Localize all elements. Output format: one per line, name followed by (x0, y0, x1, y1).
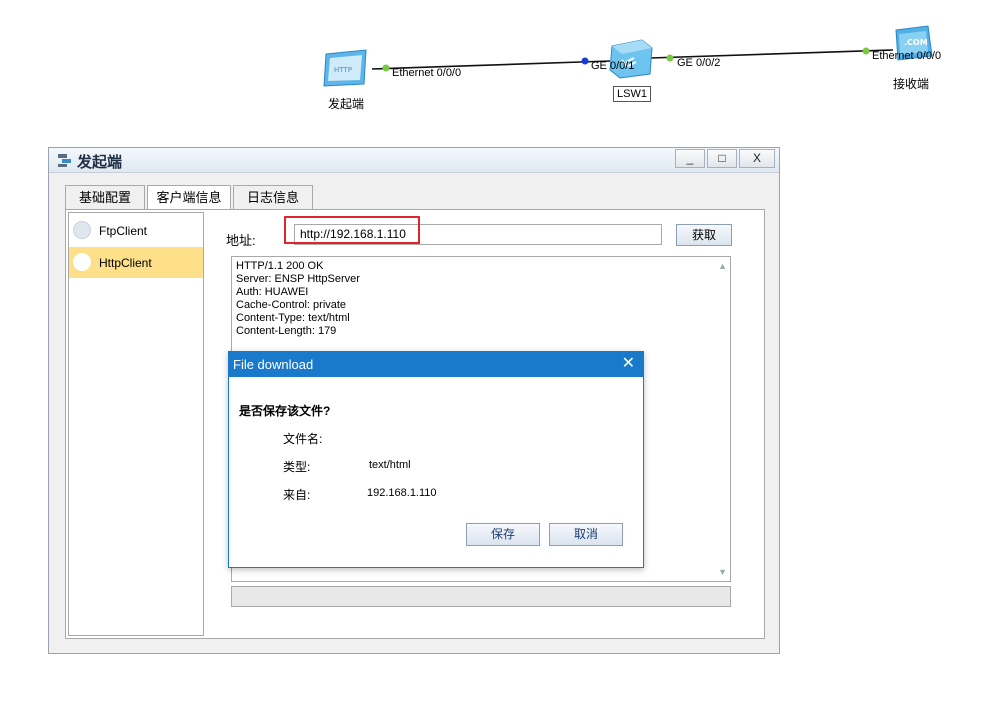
device-client-name: 发起端 (328, 97, 365, 111)
response-text: HTTP/1.1 200 OK Server: ENSP HttpServer … (236, 260, 360, 338)
port-label-client: Ethernet 0/0/0 (392, 67, 462, 79)
response-line: Server: ENSP HttpServer (236, 273, 360, 285)
address-highlight-box (284, 216, 420, 244)
dialog-title: File download (233, 357, 314, 372)
scroll-down-icon[interactable]: ▼ (718, 567, 727, 577)
address-label: 地址: (226, 233, 256, 248)
port-label-server: Ethernet 0/0/0 (872, 50, 942, 62)
file-download-dialog[interactable]: File download ✕ 是否保存该文件? 文件名: 类型: text/h… (228, 351, 644, 568)
client-dot-icon (73, 221, 91, 239)
response-line: Content-Type: text/html (236, 312, 350, 324)
window-title-bar[interactable]: 发起端 _ □ X (49, 148, 779, 173)
port-dot-switch-2 (666, 54, 674, 62)
tab-log-info[interactable]: 日志信息 (233, 185, 313, 210)
from-value: 192.168.1.110 (367, 487, 437, 499)
response-scrollbar[interactable]: ▲ ▼ (714, 257, 730, 581)
svg-text:HTTP: HTTP (334, 66, 352, 74)
list-item-ftpclient[interactable]: FtpClient (69, 215, 203, 246)
save-button[interactable]: 保存 (466, 523, 540, 546)
scroll-up-icon[interactable]: ▲ (718, 261, 727, 271)
device-switch[interactable] (608, 38, 654, 80)
client-label: HttpClient (99, 256, 152, 270)
response-line: HTTP/1.1 200 OK (236, 260, 324, 272)
fetch-button[interactable]: 获取 (676, 224, 732, 246)
response-line: Content-Length: 179 (236, 325, 337, 337)
response-line: Auth: HUAWEI (236, 286, 309, 298)
from-label: 来自: (283, 488, 311, 502)
topology-canvas[interactable]: HTTP 发起端 Ethernet 0/0/0 GE 0/0/1 GE 0/0/… (0, 0, 1008, 130)
http-client-icon: HTTP (323, 49, 367, 87)
filename-label: 文件名: (283, 432, 323, 446)
topology-links (371, 47, 894, 72)
response-line: Cache-Control: private (236, 299, 347, 311)
cancel-button[interactable]: 取消 (549, 523, 623, 546)
device-switch-name: LSW1 (613, 86, 651, 102)
tab-basic-config[interactable]: 基础配置 (65, 185, 145, 210)
port-dot-server (862, 47, 870, 55)
maximize-button[interactable]: □ (707, 149, 737, 168)
port-dot-client (382, 64, 390, 72)
switch-icon (609, 39, 653, 79)
close-button[interactable]: X (739, 149, 775, 168)
device-client[interactable]: HTTP (322, 48, 370, 90)
client-type-list: FtpClient HttpClient (68, 212, 204, 636)
client-label: FtpClient (99, 224, 148, 238)
svg-text:.COM: .COM (904, 38, 928, 47)
list-item-httpclient[interactable]: HttpClient (69, 247, 203, 278)
minimize-button[interactable]: _ (675, 149, 705, 168)
device-server-name: 接收端 (893, 77, 930, 91)
port-label-switch-1: GE 0/0/1 (591, 60, 635, 72)
app-icon (57, 152, 73, 171)
dialog-question: 是否保存该文件? (239, 404, 331, 418)
client-dot-icon (73, 253, 91, 271)
type-value: text/html (369, 459, 411, 471)
port-label-switch-2: GE 0/0/2 (677, 57, 721, 69)
dialog-close-icon[interactable]: ✕ (622, 355, 635, 373)
port-dot-switch-1 (581, 57, 589, 65)
dialog-title-bar[interactable]: File download ✕ (229, 352, 643, 377)
progress-bar (231, 586, 731, 607)
window-title: 发起端 (77, 154, 123, 171)
tab-client-info[interactable]: 客户端信息 (147, 185, 231, 211)
type-label: 类型: (283, 460, 311, 474)
